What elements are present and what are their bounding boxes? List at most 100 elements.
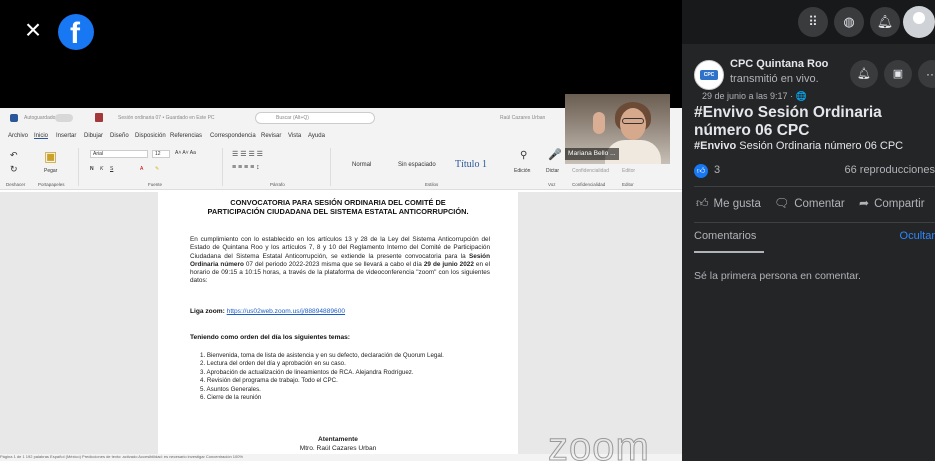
zoom-link-line: Liga zoom: https://us02web.zoom.us/j/888… (190, 308, 345, 315)
hashtag-link[interactable]: #Envivo (694, 140, 736, 152)
apps-grid-icon[interactable]: ⠿ (798, 7, 828, 37)
post-description: #Envivo Sesión Ordinaria número 06 CPC (694, 140, 903, 152)
autosave-toggle (55, 114, 73, 122)
word-search-box: Buscar (Alt+Q) (255, 112, 375, 124)
dictate-label: Dictar (546, 168, 560, 174)
profile-avatar[interactable] (903, 6, 935, 38)
post-description-text: Sesión Ordinaria número 06 CPC (736, 140, 904, 152)
paragraph-text-2: 07 del periodo 2022-2023 misma que se ll… (245, 260, 422, 268)
ribbon-separator (222, 148, 223, 186)
webcam-person-hand (593, 112, 605, 134)
divider (694, 186, 935, 187)
highlight-icon: ✎ (155, 166, 160, 172)
share-icon: ➦ (859, 196, 870, 210)
document-paragraph: En cumplimiento con lo establecido en lo… (190, 236, 490, 286)
page-avatar[interactable]: CPC (694, 60, 724, 90)
group-clipboard: Portapapeles (38, 182, 65, 187)
close-icon[interactable]: × (20, 16, 46, 44)
post-timestamp[interactable]: 29 de junio a las 9:17 · 🌐 (702, 91, 807, 102)
save-icon[interactable]: ▣ (884, 60, 912, 88)
menu-referencias: Referencias (170, 133, 203, 139)
document-title-line-2: PARTICIPACIÓN CIUDADANA DEL SISTEMA ESTA… (207, 207, 469, 216)
paste-icon: ▣ (44, 148, 58, 164)
share-label: Compartir (874, 198, 925, 210)
page-name[interactable]: CPC Quintana Roo (730, 58, 828, 70)
paste-label: Pegar (44, 168, 58, 174)
agenda-item: 4. Revisión del programa de trabajo. Tod… (200, 377, 338, 385)
font-size-box: 12 (152, 150, 170, 158)
group-font: Fuente (148, 182, 163, 187)
zoom-link-label: Liga zoom: (190, 308, 225, 315)
agenda-item: 5. Asuntos Generales. (200, 385, 261, 393)
thumbs-up-icon: 👍︎ (696, 196, 709, 210)
like-reaction-icon[interactable]: 👍︎ (694, 164, 708, 178)
signature-closing: Atentamente (318, 436, 358, 443)
group-confidentiality: Confidencialidad (572, 182, 606, 187)
group-styles: Estilos (425, 182, 439, 187)
facebook-logo-glyph: f (70, 17, 80, 50)
agenda-item: 2. Lectura del orden del día y aprobació… (200, 360, 346, 368)
font-grow-shrink-icon: A˄ A˅ Aa (175, 150, 196, 156)
bold-icon: N (90, 166, 94, 172)
search-icon: ⚲ (520, 150, 528, 161)
webcam-person-face (620, 108, 646, 140)
menu-correspondencia: Correspondencia (210, 133, 256, 139)
hide-comments-link[interactable]: Ocultar (900, 230, 935, 242)
italic-icon: K (100, 166, 104, 172)
document-canvas-left (0, 192, 158, 454)
paragraph-text-1: En cumplimiento con lo establecido en lo… (190, 236, 490, 260)
group-editor: Editor (622, 182, 634, 187)
agenda-item: 3. Aprobación de actualización de lineam… (200, 368, 414, 376)
confidentiality-label: Confidencialidad (572, 168, 609, 174)
like-label: Me gusta (713, 198, 761, 210)
menu-insertar: Insertar (56, 133, 77, 139)
document-canvas-right (518, 192, 682, 454)
more-options-icon[interactable]: ··· (918, 60, 935, 88)
save-disk-icon (95, 113, 103, 122)
tab-comments-underline (694, 251, 764, 253)
font-name-box: Arial (90, 150, 148, 158)
align-icon: ≡ ≡ ≡ ≡ ↕ (232, 164, 260, 171)
post-title: #Envivo Sesión Ordinaria número 06 CPC (694, 104, 882, 139)
menu-dibujar: Dibujar (84, 133, 104, 139)
style-normal: Normal (352, 162, 372, 168)
view-count: 66 reproducciones (844, 164, 935, 176)
group-undo: Deshacer (6, 182, 26, 187)
style-no-spacing: Sin espaciado (398, 162, 436, 168)
share-button[interactable]: ➦ Compartir (859, 196, 925, 210)
post-side-panel: ⠿ ◍ 🔔︎ CPC CPC Quintana Roo transmitió e… (682, 0, 935, 461)
menu-diseno: Diseño (110, 133, 129, 139)
facebook-logo-icon[interactable]: f (58, 14, 94, 50)
style-title-1: Título 1 (455, 159, 487, 170)
edit-label: Edición (514, 168, 531, 174)
comment-button[interactable]: 🗨︎ Comentar (774, 196, 845, 210)
bullets-icon: ☰ ☰ ☰ ☰ (232, 151, 263, 158)
document-page: CONVOCATORIA PARA SESIÓN ORDINARIA DEL C… (158, 192, 518, 454)
follow-bell-icon[interactable]: 🔔︎ (850, 60, 878, 88)
reaction-count[interactable]: 3 (714, 164, 720, 176)
menu-archivo: Archivo (8, 133, 29, 139)
divider (694, 222, 935, 223)
zoom-watermark: zoom (548, 425, 650, 461)
notifications-bell-icon[interactable]: 🔔︎ (870, 7, 900, 37)
word-user-name: Raúl Cazares Urban (500, 115, 546, 121)
panel-top-bar: ⠿ ◍ 🔔︎ (682, 0, 935, 44)
agenda-item: 1. Bienvenida, toma de lista de asistenc… (200, 352, 444, 359)
menu-ayuda: Ayuda (308, 133, 325, 139)
tab-comments[interactable]: Comentarios (694, 230, 756, 242)
like-button[interactable]: 👍︎ Me gusta (696, 196, 761, 211)
facebook-video-viewer: × f Autoguardado Sesión ordinaria 07 • G… (0, 0, 935, 461)
group-paragraph: Párrafo (270, 182, 285, 187)
word-app-icon (10, 114, 18, 122)
menu-vista: Vista (288, 133, 302, 139)
menu-revisar: Revisar (261, 133, 282, 139)
autosave-label: Autoguardado (24, 115, 56, 121)
comment-label: Comentar (794, 198, 845, 210)
zoom-link-url: https://us02web.zoom.us/j/88894889600 (226, 308, 346, 315)
messenger-icon[interactable]: ◍ (834, 7, 864, 37)
ribbon-separator (330, 148, 331, 186)
webcam-person-glasses (622, 118, 644, 124)
undo-icon: ↶ (10, 150, 18, 160)
group-voice: Voz (548, 182, 556, 187)
video-player[interactable]: × f Autoguardado Sesión ordinaria 07 • G… (0, 0, 682, 461)
